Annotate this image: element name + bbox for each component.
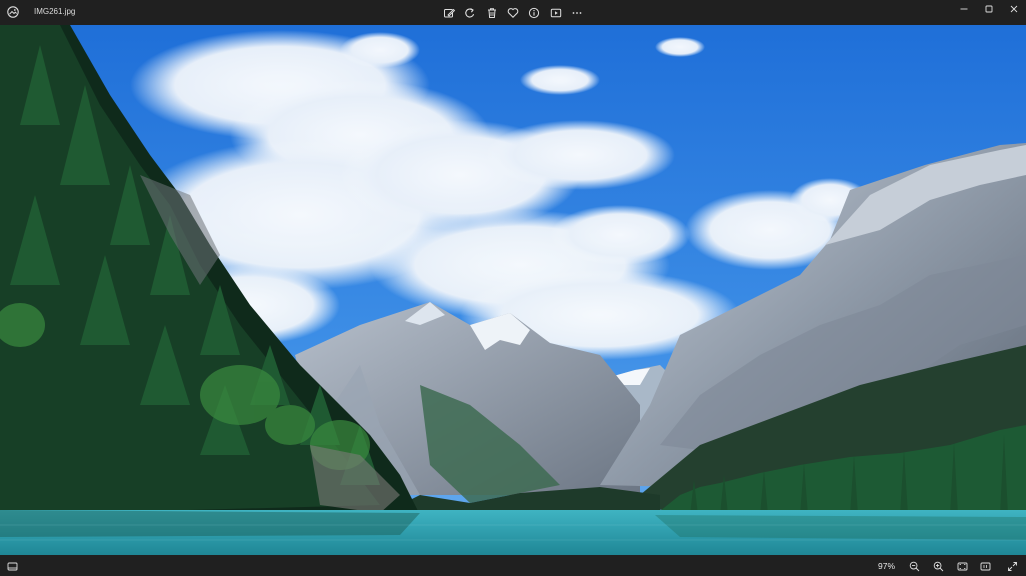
landscape-photo — [0, 25, 1026, 555]
filmstrip-toggle-icon[interactable] — [4, 558, 20, 574]
zoom-in-icon[interactable] — [930, 558, 946, 574]
delete-icon[interactable] — [483, 4, 500, 21]
file-info-icon[interactable] — [525, 4, 542, 21]
actual-size-icon[interactable] — [977, 558, 993, 574]
maximize-icon[interactable] — [977, 0, 1001, 18]
fit-to-window-icon[interactable] — [954, 558, 970, 574]
status-bar: 97% — [0, 555, 1026, 576]
more-options-icon[interactable] — [568, 4, 585, 21]
edit-image-icon[interactable] — [440, 4, 457, 21]
close-icon[interactable] — [1002, 0, 1026, 18]
full-screen-icon[interactable] — [1004, 558, 1020, 574]
file-name: IMG261.jpg — [34, 7, 76, 16]
title-bar: IMG261.jpg — [0, 0, 1026, 25]
favorite-icon[interactable] — [504, 4, 521, 21]
photos-app-icon — [6, 5, 20, 19]
slideshow-icon[interactable] — [547, 4, 564, 21]
rotate-icon[interactable] — [461, 4, 478, 21]
zoom-level[interactable]: 97% — [878, 560, 895, 572]
minimize-icon[interactable] — [952, 0, 976, 18]
zoom-out-icon[interactable] — [906, 558, 922, 574]
photo-canvas[interactable] — [0, 25, 1026, 555]
